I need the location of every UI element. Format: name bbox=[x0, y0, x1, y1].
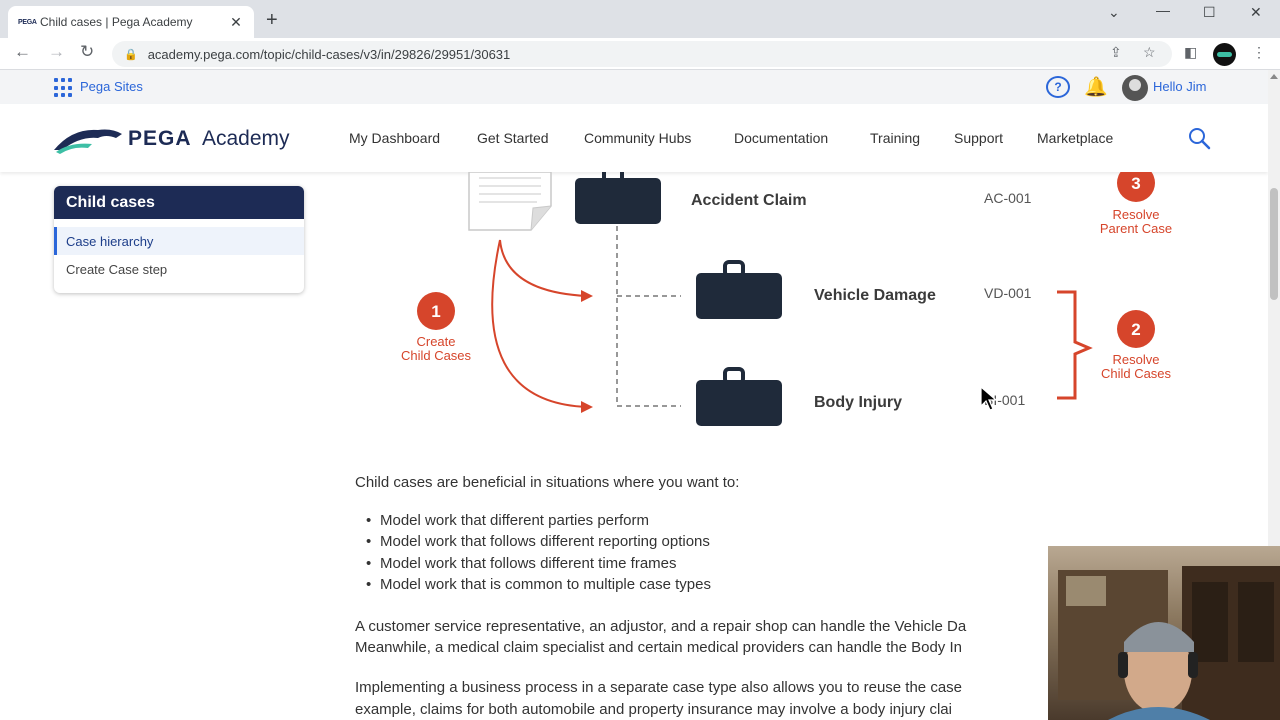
pega-academy-logo[interactable]: PEGA Academy bbox=[52, 122, 302, 156]
document-icon bbox=[468, 172, 552, 231]
close-window-icon[interactable]: ✕ bbox=[1250, 4, 1262, 21]
maximize-icon[interactable]: ☐ bbox=[1203, 4, 1216, 21]
pega-sites-link[interactable]: Pega Sites bbox=[80, 79, 143, 94]
browser-tab[interactable]: PEGA Child cases | Pega Academy ✕ bbox=[8, 6, 254, 38]
nav-documentation[interactable]: Documentation bbox=[734, 130, 828, 146]
step-3-line1: Resolve bbox=[1113, 207, 1160, 222]
step-2-number: 2 bbox=[1131, 320, 1140, 339]
paragraph-1-line-1: A customer service representative, an ad… bbox=[355, 618, 967, 635]
extension-icon[interactable] bbox=[1213, 43, 1236, 66]
site-header: PEGA Academy My Dashboard Get Started Co… bbox=[0, 104, 1268, 172]
nav-community-hubs[interactable]: Community Hubs bbox=[584, 130, 691, 146]
paragraph-2-line-2: example, claims for both automobile and … bbox=[355, 701, 952, 718]
create-child-arrows bbox=[491, 239, 588, 408]
child-case-name-2: Body Injury bbox=[814, 394, 902, 411]
nav-my-dashboard[interactable]: My Dashboard bbox=[349, 130, 440, 146]
arrow-head-icon bbox=[581, 290, 593, 302]
step-1-number: 1 bbox=[431, 302, 440, 321]
share-icon[interactable]: ⇪ bbox=[1110, 44, 1122, 61]
child-case-name-1: Vehicle Damage bbox=[814, 287, 936, 304]
bookmark-star-icon[interactable]: ☆ bbox=[1143, 44, 1156, 61]
child-case-id-1: VD-001 bbox=[984, 285, 1032, 301]
tab-search-icon[interactable]: ⌄ bbox=[1108, 4, 1120, 21]
step-1-line2: Child Cases bbox=[401, 348, 472, 363]
side-panel-icon[interactable]: ◧ bbox=[1184, 44, 1197, 61]
back-icon[interactable]: ← bbox=[14, 42, 31, 62]
apps-grid-icon[interactable] bbox=[54, 78, 74, 98]
benefits-list: Model work that different parties perfor… bbox=[366, 512, 711, 598]
case-hierarchy-diagram: Accident Claim AC-001 Vehicle Damage VD-… bbox=[401, 172, 1172, 426]
close-tab-icon[interactable]: ✕ bbox=[228, 14, 244, 31]
address-bar[interactable]: 🔒 academy.pega.com/topic/child-cases/v3/… bbox=[112, 41, 1172, 67]
browser-menu-icon[interactable]: ⋮ bbox=[1252, 44, 1266, 61]
paragraph-2-line-1: Implementing a business process in a sep… bbox=[355, 679, 963, 696]
reload-icon[interactable]: ↻ bbox=[80, 42, 94, 62]
lock-icon: 🔒 bbox=[124, 48, 138, 61]
forward-icon[interactable]: → bbox=[48, 42, 65, 62]
sidebar-title: Child cases bbox=[54, 186, 304, 219]
topic-sidebar: Child cases Case hierarchy Create Case s… bbox=[54, 186, 304, 293]
browser-tab-strip: PEGA Child cases | Pega Academy ✕ + ⌄ — … bbox=[0, 0, 1280, 38]
sidebar-item-create-case-step[interactable]: Create Case step bbox=[54, 255, 304, 283]
tree-connector-lines bbox=[616, 226, 681, 407]
child-case-briefcase-icon bbox=[696, 260, 782, 319]
new-tab-icon[interactable]: + bbox=[266, 9, 278, 32]
nav-support[interactable]: Support bbox=[954, 130, 1003, 146]
child-case-briefcase-icon bbox=[696, 367, 782, 426]
intro-paragraph: Child cases are beneficial in situations… bbox=[355, 474, 740, 491]
search-icon[interactable] bbox=[1187, 126, 1213, 152]
list-item: Model work that follows different time f… bbox=[366, 555, 711, 576]
parent-case-id: AC-001 bbox=[984, 190, 1032, 206]
paragraph-1-line-2: Meanwhile, a medical claim specialist an… bbox=[355, 639, 962, 656]
parent-case-name: Accident Claim bbox=[691, 192, 807, 209]
nav-training[interactable]: Training bbox=[870, 130, 920, 146]
step-1-line1: Create bbox=[416, 334, 455, 349]
nav-marketplace[interactable]: Marketplace bbox=[1037, 130, 1113, 146]
sidebar-item-case-hierarchy[interactable]: Case hierarchy bbox=[54, 227, 304, 255]
arrow-head-icon bbox=[581, 401, 593, 413]
pega-favicon-icon: PEGA bbox=[18, 18, 37, 26]
notification-bell-icon[interactable]: 🔔 bbox=[1084, 75, 1108, 99]
step-3-line2: Parent Case bbox=[1100, 221, 1172, 236]
url-text: academy.pega.com/topic/child-cases/v3/in… bbox=[147, 46, 511, 62]
child-cases-bracket bbox=[1057, 290, 1093, 400]
list-item: Model work that follows different report… bbox=[366, 533, 711, 554]
webcam-person-image bbox=[1058, 566, 1280, 720]
parent-case-briefcase-icon bbox=[575, 172, 661, 224]
avatar[interactable] bbox=[1122, 75, 1148, 101]
browser-toolbar: ← → ↻ 🔒 academy.pega.com/topic/child-cas… bbox=[0, 38, 1280, 70]
logo-academy-text: Academy bbox=[202, 127, 290, 150]
step-3-number: 3 bbox=[1131, 174, 1140, 193]
minimize-icon[interactable]: — bbox=[1156, 2, 1170, 18]
help-icon[interactable]: ? bbox=[1046, 76, 1070, 98]
pega-sites-bar: Pega Sites ? 🔔 Hello Jim bbox=[0, 70, 1268, 104]
pega-logo-icon bbox=[54, 129, 122, 154]
list-item: Model work that is common to multiple ca… bbox=[366, 576, 711, 597]
scroll-up-icon[interactable] bbox=[1270, 74, 1278, 79]
webcam-overlay bbox=[1048, 546, 1280, 720]
scroll-thumb[interactable] bbox=[1270, 188, 1278, 300]
tab-title: Child cases | Pega Academy bbox=[40, 15, 193, 29]
logo-pega-text: PEGA bbox=[128, 127, 192, 150]
step-2-line2: Child Cases bbox=[1101, 366, 1172, 381]
user-greeting[interactable]: Hello Jim bbox=[1153, 79, 1206, 94]
list-item: Model work that different parties perfor… bbox=[366, 512, 711, 533]
step-2-line1: Resolve bbox=[1113, 352, 1160, 367]
nav-get-started[interactable]: Get Started bbox=[477, 130, 549, 146]
mouse-cursor-icon bbox=[980, 386, 998, 411]
